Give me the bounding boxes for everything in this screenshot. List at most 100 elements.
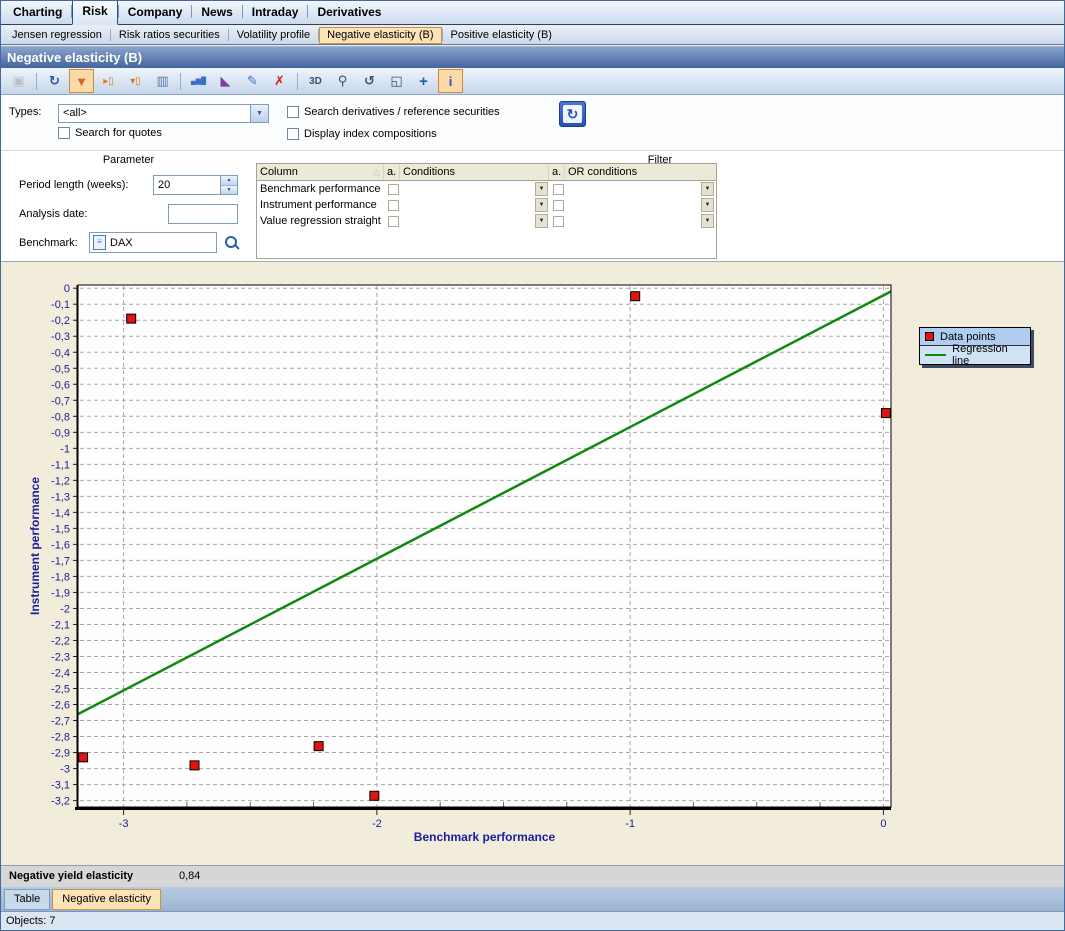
or-conditions-dropdown[interactable]: ▼ xyxy=(565,197,715,213)
subtab-volatility-profile[interactable]: Volatility profile xyxy=(229,27,318,44)
chart-sliders-icon[interactable]: ▥ xyxy=(150,69,175,93)
y-tick-label: -1,5 xyxy=(51,523,70,535)
tab-intraday[interactable]: Intraday xyxy=(243,1,308,24)
3d-icon[interactable]: 3D xyxy=(303,69,328,93)
rotate-icon[interactable]: ↺ xyxy=(357,69,382,93)
column-header-label: a. xyxy=(387,166,396,178)
checkbox-box[interactable] xyxy=(287,106,299,118)
filter-col-header-conditions[interactable]: Conditions xyxy=(400,164,549,180)
or-conditions-dropdown[interactable]: ▼ xyxy=(565,213,715,229)
y-tick-label: -0,8 xyxy=(51,411,70,423)
types-dropdown[interactable]: <all> ▼ xyxy=(58,104,269,123)
analysis-date-field[interactable] xyxy=(168,204,238,224)
conditions-dropdown[interactable]: ▼ xyxy=(400,213,549,229)
filter-row-instrument-performance: Instrument performance▼▼ xyxy=(257,197,716,213)
filter-settings-icon[interactable]: ▼ xyxy=(69,69,94,93)
elasticity-chart[interactable]: 0-0,1-0,2-0,3-0,4-0,5-0,6-0,7-0,8-0,9-1-… xyxy=(1,262,1065,865)
y-tick-label: -3,2 xyxy=(51,796,70,808)
y-tick-label: -0,2 xyxy=(51,315,70,327)
conditions-dropdown[interactable]: ▼ xyxy=(400,181,549,197)
checkbox-box[interactable] xyxy=(58,127,70,139)
bottom-tab-negative-elasticity[interactable]: Negative elasticity xyxy=(52,889,161,910)
add-icon[interactable]: + xyxy=(411,69,436,93)
insert-row-icon[interactable]: ▾▯ xyxy=(123,69,148,93)
display-index-checkbox[interactable]: Display index compositions xyxy=(287,128,437,140)
filter-col-header-column[interactable]: Column△ xyxy=(257,164,384,180)
benchmark-value: DAX xyxy=(110,237,133,249)
subtab-risk-ratios-securities[interactable]: Risk ratios securities xyxy=(111,27,228,44)
data-point-marker[interactable] xyxy=(631,292,640,301)
chevron-down-icon[interactable]: ▼ xyxy=(250,105,268,122)
search-derivatives-label: Search derivatives / reference securitie… xyxy=(304,106,500,118)
and-condition-checkbox[interactable] xyxy=(388,200,399,211)
delete-icon[interactable]: ✗ xyxy=(267,69,292,93)
chart-panel[interactable]: 0-0,1-0,2-0,3-0,4-0,5-0,6-0,7-0,8-0,9-1-… xyxy=(1,262,1064,865)
subtab-negative-elasticity-b[interactable]: Negative elasticity (B) xyxy=(319,27,441,44)
and-condition-checkbox[interactable] xyxy=(388,184,399,195)
y-tick-label: -2,9 xyxy=(51,748,70,760)
tab-risk[interactable]: Risk xyxy=(72,0,117,25)
bottom-tab-table[interactable]: Table xyxy=(4,889,50,910)
and-condition-checkbox[interactable] xyxy=(553,216,564,227)
data-point-marker[interactable] xyxy=(370,791,379,800)
tab-company[interactable]: Company xyxy=(119,1,192,24)
filter-col-header-a[interactable]: a. xyxy=(384,164,400,180)
y-tick-label: -1 xyxy=(60,443,70,455)
filter-table-header: Column△a.Conditionsa.OR conditions xyxy=(257,164,716,181)
filter-row-label: Value regression straight xyxy=(257,213,384,229)
benchmark-field[interactable]: ≡ DAX xyxy=(89,232,217,253)
search-form: Types: <all> ▼ Search for quotes Search … xyxy=(1,95,1064,151)
bar-chart-icon[interactable]: ▄▆█ xyxy=(186,69,211,93)
and-condition-checkbox[interactable] xyxy=(553,184,564,195)
y-tick-label: -2,2 xyxy=(51,635,70,647)
data-point-marker[interactable] xyxy=(190,761,199,770)
search-for-quotes-checkbox[interactable]: Search for quotes xyxy=(58,127,162,139)
subtab-positive-elasticity-b[interactable]: Positive elasticity (B) xyxy=(443,27,560,44)
parameter-header: Parameter xyxy=(1,154,256,166)
run-search-button[interactable]: ↻ xyxy=(559,101,586,127)
spinner-up-icon[interactable]: ▲ xyxy=(221,176,237,186)
refresh-icon[interactable]: ↻ xyxy=(42,69,67,93)
and-condition-checkbox[interactable] xyxy=(388,216,399,227)
or-conditions-dropdown[interactable]: ▼ xyxy=(565,181,715,197)
chevron-down-icon[interactable]: ▼ xyxy=(535,214,548,228)
perspective-icon[interactable]: ◱ xyxy=(384,69,409,93)
insert-column-icon[interactable]: ▸▯ xyxy=(96,69,121,93)
data-point-marker[interactable] xyxy=(881,409,890,418)
column-header-label: a. xyxy=(552,166,561,178)
legend-label: Data points xyxy=(940,331,996,343)
filter-col-header-or-conditions[interactable]: OR conditions xyxy=(565,164,715,180)
spinner-down-icon[interactable]: ▼ xyxy=(221,186,237,195)
checkbox-cell xyxy=(384,197,400,213)
y-tick-label: -3 xyxy=(60,764,70,776)
report-icon[interactable]: ✎ xyxy=(240,69,265,93)
benchmark-label: Benchmark: xyxy=(19,237,78,249)
filter-row-benchmark-performance: Benchmark performance▼▼ xyxy=(257,181,716,197)
tab-news[interactable]: News xyxy=(192,1,241,24)
checkbox-box[interactable] xyxy=(287,128,299,140)
legend-point-swatch xyxy=(925,332,934,341)
conditions-dropdown[interactable]: ▼ xyxy=(400,197,549,213)
data-point-marker[interactable] xyxy=(127,314,136,323)
plot-area[interactable] xyxy=(78,285,891,807)
chevron-down-icon[interactable]: ▼ xyxy=(701,214,714,228)
color-chart-icon[interactable]: ◣ xyxy=(213,69,238,93)
tab-derivatives[interactable]: Derivatives xyxy=(308,1,390,24)
chevron-down-icon[interactable]: ▼ xyxy=(535,198,548,212)
data-point-marker[interactable] xyxy=(314,742,323,751)
info-icon[interactable]: i xyxy=(438,69,463,93)
legend-item-regression-line[interactable]: Regression line xyxy=(920,346,1030,364)
search-derivatives-checkbox[interactable]: Search derivatives / reference securitie… xyxy=(287,106,500,118)
period-length-stepper[interactable]: 20 ▲ ▼ xyxy=(153,175,238,195)
and-condition-checkbox[interactable] xyxy=(553,200,564,211)
chevron-down-icon[interactable]: ▼ xyxy=(701,198,714,212)
y-tick-label: -2,7 xyxy=(51,716,70,728)
benchmark-search-icon[interactable] xyxy=(223,234,241,252)
chevron-down-icon[interactable]: ▼ xyxy=(701,182,714,196)
chevron-down-icon[interactable]: ▼ xyxy=(535,182,548,196)
subtab-jensen-regression[interactable]: Jensen regression xyxy=(4,27,110,44)
tab-charting[interactable]: Charting xyxy=(4,1,71,24)
filter-col-header-a-2[interactable]: a. xyxy=(549,164,565,180)
data-point-marker[interactable] xyxy=(79,753,88,762)
zoom-z-icon[interactable]: ⚲ xyxy=(330,69,355,93)
